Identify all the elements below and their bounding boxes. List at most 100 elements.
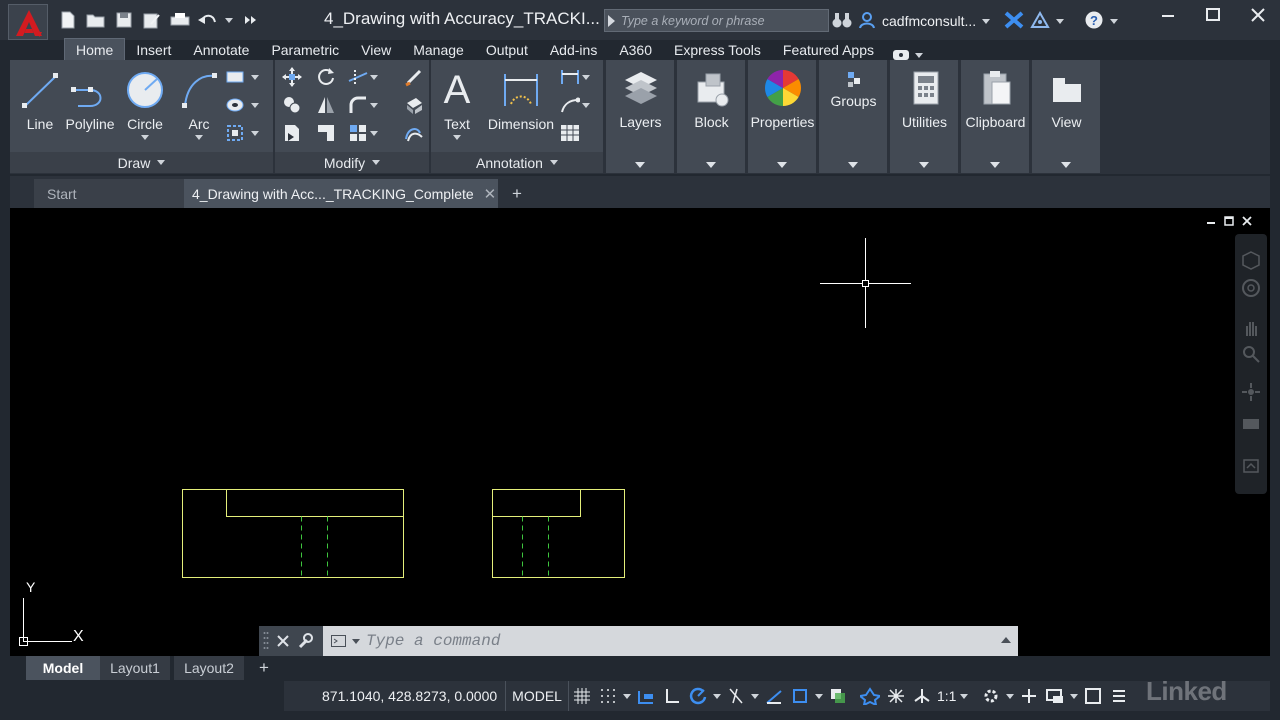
tab-express-tools[interactable]: Express Tools <box>663 39 772 60</box>
clipboard-button[interactable]: Clipboard <box>961 64 1030 130</box>
drawing-object-left[interactable] <box>182 489 404 578</box>
more-commands-icon[interactable] <box>239 9 262 31</box>
polar-tracking-icon[interactable] <box>685 683 711 709</box>
layers-button[interactable]: Layers <box>606 64 675 130</box>
close-window-icon[interactable] <box>1235 0 1280 30</box>
transparency-icon[interactable] <box>825 683 851 709</box>
undo-dropdown-icon[interactable] <box>224 9 234 31</box>
restore-icon[interactable] <box>1190 0 1235 30</box>
search-input[interactable] <box>621 11 821 30</box>
boundary-icon[interactable] <box>224 122 246 144</box>
units-icon[interactable] <box>1042 683 1068 709</box>
application-menu-button[interactable] <box>8 4 48 40</box>
snap-dropdown-icon[interactable] <box>621 693 633 699</box>
command-history-icon[interactable] <box>1001 637 1011 643</box>
groups-button[interactable]: Groups <box>819 64 888 109</box>
view-expand-icon[interactable] <box>1061 162 1071 168</box>
draw-expand-icon[interactable] <box>157 160 166 165</box>
fillet-dropdown-icon[interactable] <box>369 94 379 116</box>
scale-icon[interactable] <box>315 122 337 144</box>
tab-add-ins[interactable]: Add-ins <box>539 39 608 60</box>
tab-a360[interactable]: A360 <box>608 39 663 60</box>
tab-layout2[interactable]: Layout2 <box>174 656 244 680</box>
properties-button[interactable]: Properties <box>748 64 817 130</box>
user-name[interactable]: cadfmconsult... <box>882 13 976 29</box>
dynamic-input-icon[interactable] <box>633 683 659 709</box>
object-snap-tracking-icon[interactable] <box>761 683 787 709</box>
copy-icon[interactable] <box>281 94 303 116</box>
tab-layout1[interactable]: Layout1 <box>100 656 170 680</box>
recent-commands-dropdown-icon[interactable] <box>352 638 360 644</box>
drag-handle-icon[interactable] <box>263 630 269 652</box>
annotation-panel-title[interactable]: Annotation <box>431 152 603 173</box>
clean-screen-icon[interactable] <box>1080 683 1106 709</box>
leader-dropdown-icon[interactable] <box>581 94 591 116</box>
linear-dimension-dropdown-icon[interactable] <box>581 66 591 88</box>
groups-expand-icon[interactable] <box>848 162 858 168</box>
tab-insert[interactable]: Insert <box>125 39 182 60</box>
layers-expand-icon[interactable] <box>635 162 645 168</box>
auto-scale-icon[interactable] <box>883 683 909 709</box>
linear-dimension-icon[interactable] <box>559 66 581 88</box>
trim-dropdown-icon[interactable] <box>369 66 379 88</box>
exchange-apps-icon[interactable] <box>1004 10 1024 32</box>
modify-expand-icon[interactable] <box>372 160 381 165</box>
fillet-icon[interactable] <box>347 94 369 116</box>
tab-start[interactable]: Start <box>34 179 184 208</box>
clipboard-expand-icon[interactable] <box>990 162 1000 168</box>
arc-button[interactable]: Arc <box>178 66 220 140</box>
units-dropdown-icon[interactable] <box>1068 693 1080 699</box>
rectangle-icon[interactable] <box>224 66 246 88</box>
minimize-icon[interactable] <box>1145 0 1190 30</box>
annotation-expand-icon[interactable] <box>549 160 558 165</box>
table-icon[interactable] <box>559 122 581 144</box>
new-layout-button[interactable]: + <box>254 656 274 680</box>
user-dropdown-icon[interactable] <box>982 18 991 24</box>
mirror-icon[interactable] <box>315 94 337 116</box>
coordinates-display[interactable]: 871.1040, 428.8273, 0.0000 <box>284 681 507 711</box>
help-icon[interactable]: ? <box>1084 10 1104 33</box>
ribbon-state-dropdown-icon[interactable] <box>914 52 923 58</box>
annotation-scale-icon[interactable] <box>909 683 935 709</box>
array-dropdown-icon[interactable] <box>369 122 379 144</box>
tab-manage[interactable]: Manage <box>402 39 475 60</box>
ribbon-display-toggle[interactable] <box>892 50 923 60</box>
workspace-switching-icon[interactable] <box>978 683 1004 709</box>
search-box[interactable] <box>604 9 829 32</box>
new-file-icon[interactable] <box>56 9 79 31</box>
utilities-button[interactable]: Utilities <box>890 64 959 130</box>
ortho-mode-icon[interactable] <box>659 683 685 709</box>
text-dropdown-icon[interactable] <box>453 135 461 140</box>
expand-arrow-icon[interactable] <box>608 15 615 27</box>
hatch-dropdown-icon[interactable] <box>250 94 260 116</box>
stretch-icon[interactable] <box>281 122 303 144</box>
circle-dropdown-icon[interactable] <box>141 135 149 140</box>
erase-icon[interactable] <box>403 66 425 88</box>
draw-panel-title[interactable]: Draw <box>10 152 273 173</box>
move-icon[interactable] <box>281 66 303 88</box>
drawing-canvas[interactable]: Y X <box>10 208 1270 660</box>
tab-view[interactable]: View <box>350 39 402 60</box>
modify-panel-title[interactable]: Modify <box>275 152 429 173</box>
workspace-dropdown-icon[interactable] <box>1004 693 1016 699</box>
scale-dropdown-icon[interactable] <box>958 693 970 699</box>
arc-dropdown-icon[interactable] <box>195 135 203 140</box>
isometric-dropdown-icon[interactable] <box>749 693 761 699</box>
circle-button[interactable]: Circle <box>124 66 166 140</box>
boundary-dropdown-icon[interactable] <box>250 122 260 144</box>
command-input[interactable] <box>366 632 966 650</box>
a360-dropdown-icon[interactable] <box>1056 18 1065 24</box>
binoculars-icon[interactable] <box>832 11 852 32</box>
block-expand-icon[interactable] <box>706 162 716 168</box>
rectangle-dropdown-icon[interactable] <box>250 66 260 88</box>
dimension-button[interactable]: Dimension <box>485 66 557 132</box>
array-icon[interactable] <box>347 122 369 144</box>
annotation-visibility-icon[interactable] <box>857 683 883 709</box>
leader-icon[interactable] <box>559 94 581 116</box>
utilities-expand-icon[interactable] <box>919 162 929 168</box>
snap-mode-icon[interactable] <box>595 683 621 709</box>
tab-home[interactable]: Home <box>64 38 126 60</box>
undo-icon[interactable] <box>196 9 219 31</box>
close-command-line-icon[interactable] <box>277 635 289 647</box>
customize-wrench-icon[interactable] <box>297 633 313 649</box>
